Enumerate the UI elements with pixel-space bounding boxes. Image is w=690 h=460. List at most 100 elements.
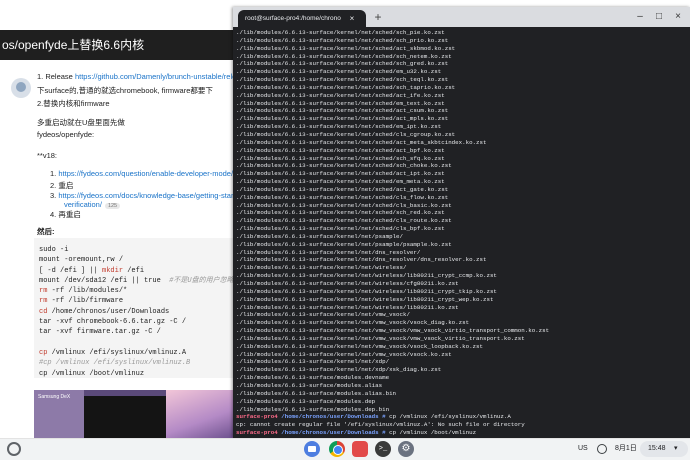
terminal-window[interactable]: root@surface-pro4:/home/chrono × + – □ ×… bbox=[233, 7, 690, 438]
terminal-line: ./lib/modules/6.6.13-surface/kernel/net/… bbox=[236, 366, 442, 374]
launcher-icon[interactable] bbox=[7, 442, 21, 456]
code-line: rm -rf /lib/firmware bbox=[39, 296, 236, 306]
terminal-prompt-line: surface-pro4 /home/chronos/user/Download… bbox=[236, 413, 686, 421]
code-text: [ -d /efi ] || bbox=[39, 266, 103, 275]
terminal-tab-title: root@surface-pro4:/home/chrono bbox=[245, 15, 341, 22]
post-line: 下surface的,普通的就选chromebook, firmware都要下 bbox=[37, 86, 213, 95]
minimize-icon[interactable]: – bbox=[633, 10, 647, 24]
then-label: 然后: bbox=[37, 227, 55, 236]
settings-app-icon[interactable]: ⚙ bbox=[398, 441, 414, 457]
terminal-line: ./lib/modules/6.6.13-surface/kernel/net/… bbox=[236, 60, 449, 68]
code-text: -rf /lib/firmware bbox=[47, 297, 124, 306]
terminal-line: ./lib/modules/6.6.13-surface/kernel/net/… bbox=[236, 217, 452, 225]
terminal-line: ./lib/modules/6.6.13-surface/kernel/net/… bbox=[236, 264, 407, 272]
step-number: 2. bbox=[50, 181, 57, 190]
terminal-line: ./lib/modules/6.6.13-surface/kernel/net/… bbox=[236, 130, 456, 138]
step-number: 1. bbox=[50, 169, 57, 178]
code-line: mount /dev/sda12 /efi || true #不是U盘的用户忽略… bbox=[39, 276, 236, 286]
terminal-line: ./lib/modules/6.6.13-surface/kernel/net/… bbox=[236, 107, 449, 115]
code-line: tar -xvf chromebook-6.6.tar.gz -C / bbox=[39, 317, 236, 327]
code-keyword: mkdir bbox=[102, 266, 124, 275]
terminal-line: ./lib/modules/6.6.13-surface/kernel/net/… bbox=[236, 162, 452, 170]
code-comment: #cp /vmlinux /efi/syslinux/vmlinuz.B bbox=[39, 359, 191, 368]
code-line: sudo -i bbox=[39, 245, 236, 255]
prompt-path: /home/chronos/user/Downloads # bbox=[281, 413, 386, 421]
maximize-icon[interactable]: □ bbox=[652, 10, 666, 24]
terminal-line: ./lib/modules/6.6.13-surface/kernel/net/… bbox=[236, 350, 452, 358]
terminal-line: ./lib/modules/6.6.13-surface/kernel/net/… bbox=[236, 170, 445, 178]
terminal-line: ./lib/modules/6.6.13-surface/kernel/net/… bbox=[236, 334, 525, 342]
terminal-line: ./lib/modules/6.6.13-surface/kernel/net/… bbox=[236, 319, 470, 327]
prompt-host: surface-pro4 bbox=[236, 429, 278, 435]
code-comment: #不是U盘的用户忽略这 bbox=[169, 276, 236, 285]
topic-title[interactable]: os/openfyde上替换6.6内核 bbox=[0, 30, 240, 60]
code-line: [ -d /efi ] || mkdir /efi bbox=[39, 266, 236, 276]
terminal-line: ./lib/modules/6.6.13-surface/kernel/net/… bbox=[236, 209, 445, 217]
terminal-line: ./lib/modules/6.6.13-surface/modules.dev… bbox=[236, 374, 390, 382]
code-line: tar -xvf firmware.tar.gz -C / bbox=[39, 327, 236, 337]
step-link[interactable]: verification/ bbox=[64, 200, 102, 209]
terminal-line: ./lib/modules/6.6.13-surface/kernel/net/… bbox=[236, 342, 483, 350]
terminal-line: ./lib/modules/6.6.13-surface/kernel/net/… bbox=[236, 29, 445, 36]
terminal-app-icon[interactable]: >_ bbox=[375, 441, 391, 457]
terminal-line: ./lib/modules/6.6.13-surface/kernel/net/… bbox=[236, 138, 487, 146]
screenshot-thumbnail[interactable]: Samsung DeX bbox=[34, 390, 236, 438]
terminal-line: ./lib/modules/6.6.13-surface/kernel/net/… bbox=[236, 36, 449, 44]
ime-indicator[interactable]: US bbox=[578, 441, 588, 457]
terminal-line: ./lib/modules/6.6.13-surface/kernel/net/… bbox=[236, 287, 497, 295]
wifi-icon: ▾ bbox=[674, 445, 678, 452]
prompt-path: /home/chronos/user/Downloads # bbox=[281, 429, 386, 435]
terminal-line: ./lib/modules/6.6.13-surface/kernel/net/… bbox=[236, 303, 459, 311]
terminal-line: ./lib/modules/6.6.13-surface/kernel/net/… bbox=[236, 83, 456, 91]
avatar[interactable] bbox=[11, 78, 31, 98]
code-text: sudo -i bbox=[39, 246, 69, 254]
terminal-error-line: cp: cannot create regular file '/efi/sys… bbox=[236, 421, 525, 429]
close-icon[interactable]: × bbox=[671, 10, 685, 24]
code-line: mount -oremount,rw / bbox=[39, 255, 236, 265]
terminal-line: ./lib/modules/6.6.13-surface/kernel/net/… bbox=[236, 311, 410, 319]
clock[interactable]: 15:48 bbox=[648, 441, 666, 457]
terminal-line: ./lib/modules/6.6.13-surface/kernel/net/… bbox=[236, 154, 445, 162]
step-text: 重启 bbox=[58, 181, 74, 190]
terminal-line: ./lib/modules/6.6.13-surface/kernel/net/… bbox=[236, 232, 403, 240]
new-tab-icon[interactable]: + bbox=[371, 10, 385, 24]
terminal-line: ./lib/modules/6.6.13-surface/modules.dep bbox=[236, 397, 376, 405]
chrome-app-icon[interactable] bbox=[329, 441, 345, 457]
step-link[interactable]: https://fydeos.com/docs/knowledge-base/g… bbox=[58, 191, 259, 200]
terminal-output[interactable]: ./lib/modules/6.6.13-surface/kernel/net/… bbox=[236, 29, 686, 435]
files-app-icon[interactable] bbox=[304, 441, 320, 457]
terminal-line: ./lib/modules/6.6.13-surface/kernel/net/… bbox=[236, 358, 390, 366]
terminal-line: ./lib/modules/6.6.13-surface/kernel/net/… bbox=[236, 327, 550, 335]
terminal-tab[interactable]: root@surface-pro4:/home/chrono × bbox=[238, 10, 366, 27]
tote-icon[interactable] bbox=[597, 444, 607, 454]
terminal-line: ./lib/modules/6.6.13-surface/kernel/net/… bbox=[236, 52, 452, 60]
date-label[interactable]: 8月1日 bbox=[615, 441, 637, 457]
step-item-continued: verification/125 bbox=[64, 200, 121, 209]
terminal-line: ./lib/modules/6.6.13-surface/kernel/net/… bbox=[236, 68, 442, 76]
terminal-line: ./lib/modules/6.6.13-surface/kernel/net/… bbox=[236, 193, 449, 201]
post-line: 2.替换内核和firmware bbox=[37, 99, 110, 108]
step-item: 2. 重启 bbox=[50, 180, 73, 191]
post-line: **v18: bbox=[37, 151, 58, 160]
tab-close-icon[interactable]: × bbox=[346, 10, 358, 27]
code-block[interactable]: sudo -i mount -oremount,rw /[ -d /efi ] |… bbox=[34, 238, 236, 378]
terminal-line: ./lib/modules/6.6.13-surface/kernel/net/… bbox=[236, 91, 445, 99]
terminal-titlebar[interactable]: root@surface-pro4:/home/chrono × + – □ × bbox=[233, 7, 690, 27]
terminal-line: ./lib/modules/6.6.13-surface/kernel/net/… bbox=[236, 123, 442, 131]
terminal-line: ./lib/modules/6.6.13-surface/modules.ali… bbox=[236, 389, 397, 397]
thumbnail-terminal bbox=[84, 396, 168, 438]
code-text: mount -oremount,rw / bbox=[39, 256, 124, 265]
step-link[interactable]: https://fydeos.com/question/enable-devel… bbox=[58, 169, 233, 178]
app-store-icon[interactable] bbox=[352, 441, 368, 457]
terminal-line: ./lib/modules/6.6.13-surface/kernel/net/… bbox=[236, 225, 445, 233]
click-count-badge: 125 bbox=[104, 203, 121, 209]
terminal-line: ./lib/modules/6.6.13-surface/kernel/net/… bbox=[236, 240, 452, 248]
release-link[interactable]: https://github.com/Damenly/brunch-unstab… bbox=[75, 72, 252, 81]
terminal-prompt-line: surface-pro4 /home/chronos/user/Download… bbox=[236, 429, 686, 435]
code-line: #cp /vmlinux /efi/syslinux/vmlinuz.B bbox=[39, 358, 236, 368]
terminal-line: ./lib/modules/6.6.13-surface/kernel/net/… bbox=[236, 115, 449, 123]
code-text: tar -xvf chromebook-6.6.tar.gz -C / bbox=[39, 318, 187, 327]
post-line-release-prefix: 1. Release bbox=[37, 72, 75, 81]
step-item: 4. 再重启 bbox=[50, 209, 81, 220]
